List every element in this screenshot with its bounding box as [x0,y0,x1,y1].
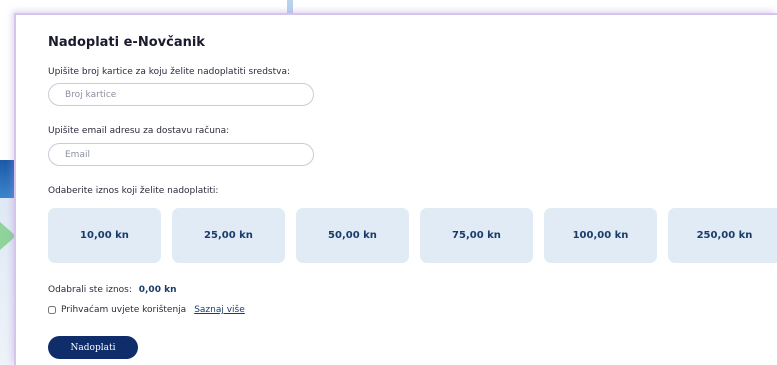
terms-checkbox[interactable] [48,306,56,314]
email-input[interactable] [48,143,314,166]
terms-row: Prihvaćam uvjete korištenja Saznaj više [48,305,245,315]
submit-button[interactable]: Nadoplati [48,336,138,359]
card-number-label: Upišite broj kartice za koju želite nado… [48,67,291,77]
learn-more-link[interactable]: Saznaj više [194,305,245,315]
top-up-panel: Nadoplati e-Novčanik Upišite broj kartic… [14,13,777,365]
background-strip [287,0,293,14]
selected-amount-row: Odabrali ste iznos: 0,00 kn [48,285,176,295]
amount-button-50[interactable]: 50,00 kn [296,208,409,263]
card-number-input[interactable] [48,83,314,106]
selected-amount-value: 0,00 kn [138,285,177,295]
amount-button-75[interactable]: 75,00 kn [420,208,533,263]
page-title: Nadoplati e-Novčanik [48,35,205,50]
amount-button-25[interactable]: 25,00 kn [172,208,285,263]
amount-button-100[interactable]: 100,00 kn [544,208,657,263]
amount-button-10[interactable]: 10,00 kn [48,208,161,263]
selected-amount-label: Odabrali ste iznos: [48,285,132,295]
amount-button-250[interactable]: 250,00 kn [668,208,777,263]
amount-label: Odaberite iznos koji želite nadoplatiti: [48,186,219,196]
amount-options: 10,00 kn 25,00 kn 50,00 kn 75,00 kn 100,… [48,208,777,263]
stage: Nadoplati e-Novčanik Upišite broj kartic… [0,0,777,365]
email-label: Upišite email adresu za dostavu računa: [48,126,230,136]
terms-label: Prihvaćam uvjete korištenja [61,305,187,315]
